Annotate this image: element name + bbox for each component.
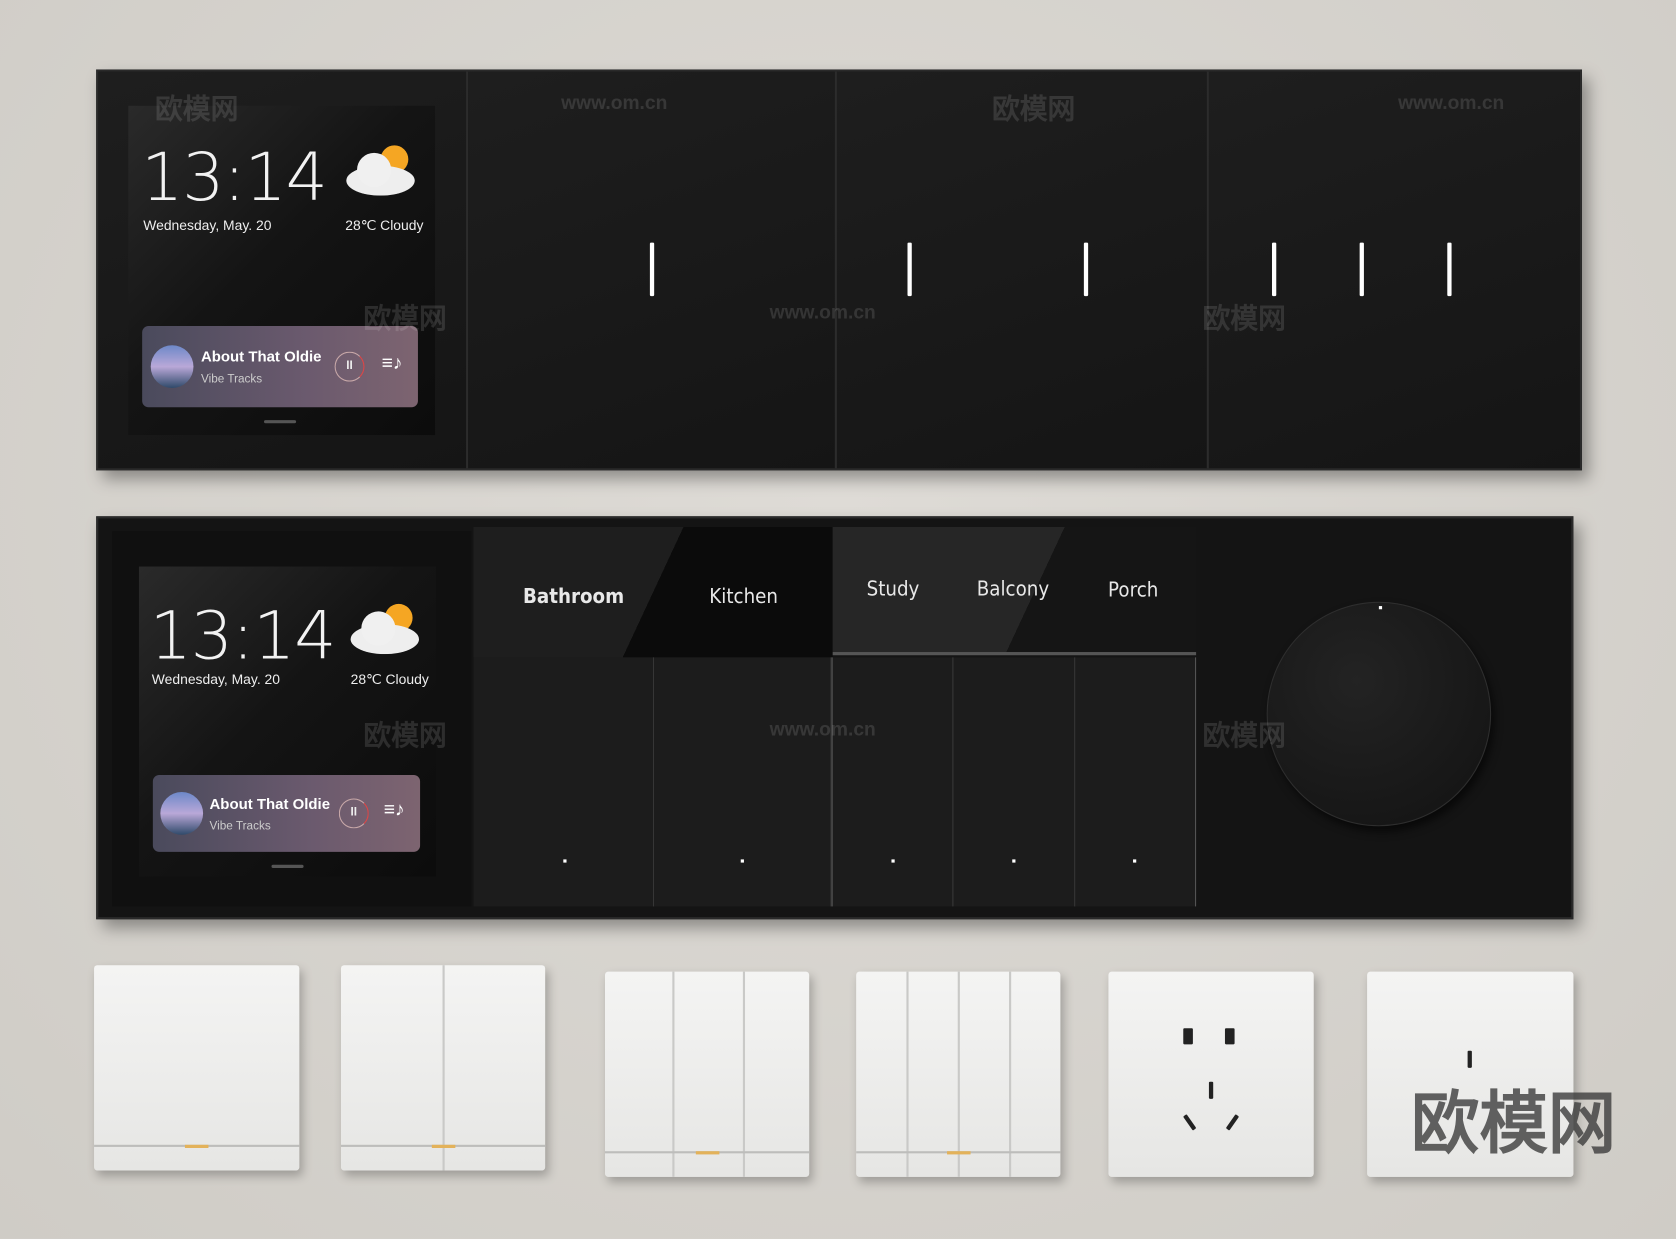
album-art (160, 792, 204, 835)
label-kitchen: Kitchen (709, 584, 778, 609)
artist-name: Vibe Tracks (209, 819, 271, 833)
divider (672, 971, 675, 1177)
divider (742, 971, 746, 1177)
divider (1009, 971, 1012, 1177)
cloud-sun-icon (346, 145, 415, 196)
knob-marker (1378, 606, 1383, 610)
switch-kitchen[interactable] (654, 657, 832, 907)
home-handle[interactable] (264, 420, 297, 424)
home-handle[interactable] (271, 864, 304, 868)
screen-module: 13:14 Wednesday, May. 20 28℃ Cloudy Abou… (98, 71, 469, 469)
music-widget[interactable]: About That Oldie Vibe Tracks II ≡♪ (142, 326, 418, 408)
watermark-large: 欧模网 (1410, 1084, 1617, 1162)
white-switch-2-gang[interactable] (340, 965, 546, 1171)
rotary-dimmer-knob[interactable] (1266, 601, 1492, 827)
screen-module: 13:14 Wednesday, May. 20 28℃ Cloudy Abou… (112, 531, 472, 907)
switch-3-gang[interactable] (1208, 71, 1580, 469)
playlist-icon[interactable]: ≡♪ (382, 352, 403, 374)
touch-screen[interactable]: 13:14 Wednesday, May. 20 28℃ Cloudy Abou… (138, 566, 437, 877)
product-render: 13:14 Wednesday, May. 20 28℃ Cloudy Abou… (0, 0, 1676, 1239)
label-bathroom: Bathroom (522, 584, 625, 609)
white-switch-1-gang[interactable] (94, 965, 300, 1171)
white-socket-5-pin[interactable] (1108, 971, 1314, 1177)
weather-label: 28℃ Cloudy (350, 671, 429, 688)
switch-porch[interactable] (1075, 657, 1197, 907)
divider (906, 971, 909, 1177)
socket-slot (1225, 1114, 1240, 1131)
socket-slot (1183, 1028, 1193, 1045)
led-indicator (695, 1151, 720, 1155)
socket-slot (1208, 1081, 1214, 1099)
indicator-dot (563, 859, 567, 863)
white-switch-4-gang[interactable] (856, 971, 1061, 1177)
label-balcony: Balcony (976, 577, 1050, 601)
clock: 13:14 (141, 137, 328, 216)
white-switch-3-gang[interactable] (604, 971, 810, 1177)
date-label: Wednesday, May. 20 (143, 216, 272, 234)
touch-screen[interactable]: 13:14 Wednesday, May. 20 28℃ Cloudy Abou… (128, 105, 436, 436)
indicator-line (1271, 242, 1277, 297)
indicator-dot (1133, 859, 1137, 863)
led-indicator (947, 1151, 971, 1155)
switch-bathroom[interactable] (473, 657, 655, 907)
divider (442, 965, 445, 1171)
indicator-dot (1012, 859, 1016, 863)
switch-2-gang[interactable] (836, 71, 1209, 469)
playlist-icon[interactable]: ≡♪ (384, 798, 405, 820)
switch-1-gang[interactable] (468, 71, 837, 469)
socket-slot (1183, 1114, 1197, 1131)
music-widget[interactable]: About That Oldie Vibe Tracks II ≡♪ (152, 774, 421, 852)
switch-study[interactable] (831, 657, 954, 907)
date-label: Wednesday, May. 20 (151, 671, 281, 688)
indicator-dot (891, 859, 895, 863)
clock: 13:14 (149, 596, 337, 675)
indicator-line (1359, 242, 1364, 297)
artist-name: Vibe Tracks (200, 373, 263, 386)
led-indicator (184, 1144, 209, 1148)
socket-slot (1224, 1028, 1235, 1045)
indicator-dot (740, 859, 744, 863)
indicator-line (1447, 242, 1452, 297)
album-art (150, 345, 194, 389)
led-indicator (431, 1144, 456, 1148)
song-title: About That Oldie (200, 347, 322, 365)
song-title: About That Oldie (209, 795, 331, 813)
pause-icon[interactable]: II (338, 798, 369, 829)
pause-icon[interactable]: II (334, 351, 365, 382)
socket-slot (1467, 1050, 1472, 1068)
label-porch: Porch (1108, 578, 1159, 602)
cloud-sun-icon (350, 603, 420, 655)
weather-label: 28℃ Cloudy (345, 216, 424, 234)
switch-balcony[interactable] (953, 657, 1076, 907)
smart-panel-top: 13:14 Wednesday, May. 20 28℃ Cloudy Abou… (96, 69, 1582, 471)
indicator-line (1083, 242, 1089, 297)
indicator-line (649, 242, 655, 297)
indicator-line (907, 242, 912, 297)
divider (957, 971, 960, 1177)
label-study: Study (866, 577, 920, 601)
